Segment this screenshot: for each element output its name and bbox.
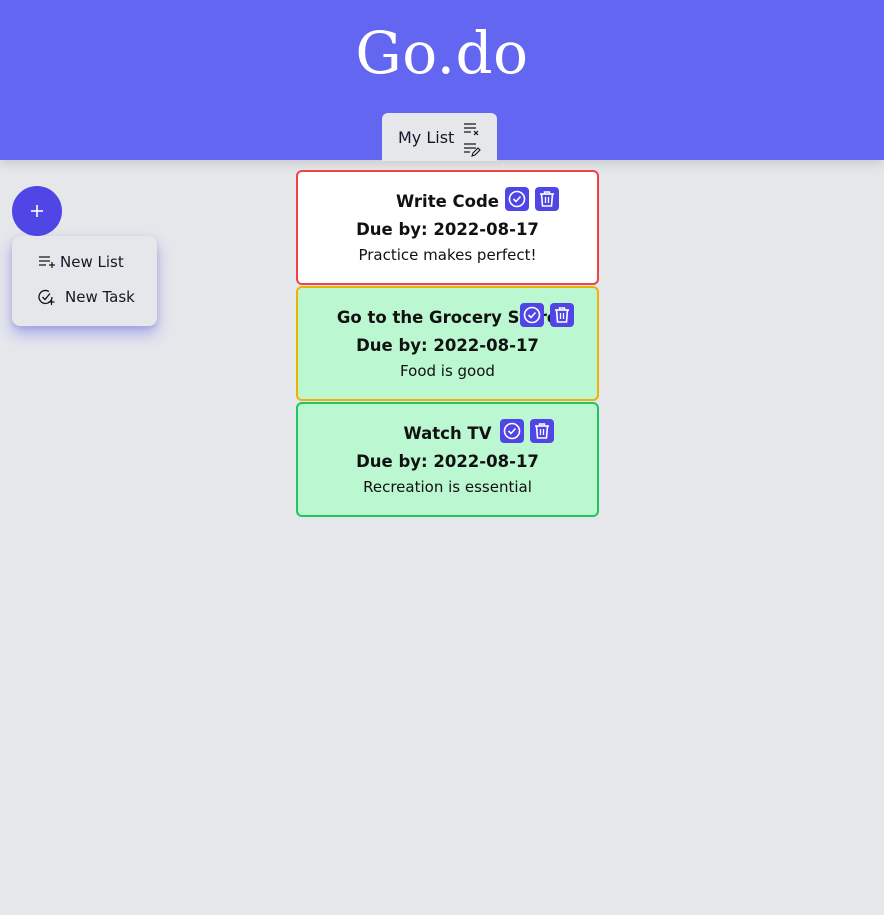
new-task-menu-item[interactable]: New Task <box>37 288 135 306</box>
add-list-icon <box>39 256 55 268</box>
tab-my-list[interactable]: My List <box>382 113 497 161</box>
task-description: Practice makes perfect! <box>358 246 537 264</box>
delete-task-button[interactable] <box>535 187 559 211</box>
complete-icon <box>508 190 526 208</box>
delete-icon <box>555 307 569 323</box>
task-due-date: Due by: 2022-08-17 <box>356 220 539 239</box>
add-task-icon <box>38 289 55 305</box>
add-button[interactable] <box>12 186 62 236</box>
task-actions <box>500 419 554 443</box>
plus-icon <box>31 205 43 217</box>
task-card: Go to the Grocery Store Due by: 2022-08-… <box>296 286 599 401</box>
task-due-date: Due by: 2022-08-17 <box>356 452 539 471</box>
delete-task-button[interactable] <box>530 419 554 443</box>
complete-task-button[interactable] <box>500 419 524 443</box>
clear-list-icon[interactable] <box>462 122 482 136</box>
task-due-date: Due by: 2022-08-17 <box>356 336 539 355</box>
task-description: Food is good <box>400 362 495 380</box>
edit-list-icon[interactable] <box>462 142 482 158</box>
complete-task-button[interactable] <box>505 187 529 211</box>
delete-icon <box>540 191 554 207</box>
tab-icons <box>462 122 482 158</box>
task-card: Write Code Due by: 2022-08-17 Practice m… <box>296 170 599 285</box>
add-menu: New List New Task <box>12 236 157 326</box>
complete-icon <box>503 422 521 440</box>
task-actions <box>520 303 574 327</box>
app-header: Go.do My List <box>0 0 884 161</box>
delete-task-button[interactable] <box>550 303 574 327</box>
new-list-menu-item[interactable]: New List <box>38 253 124 271</box>
tab-label: My List <box>398 127 455 147</box>
app-title: Go.do <box>355 19 529 87</box>
complete-icon <box>523 306 541 324</box>
complete-task-button[interactable] <box>520 303 544 327</box>
task-card: Watch TV Due by: 2022-08-17 Recreation i… <box>296 402 599 517</box>
delete-icon <box>535 423 549 439</box>
task-description: Recreation is essential <box>363 478 532 496</box>
task-actions <box>505 187 559 211</box>
new-list-label: New List <box>60 253 124 271</box>
new-task-label: New Task <box>65 288 135 306</box>
